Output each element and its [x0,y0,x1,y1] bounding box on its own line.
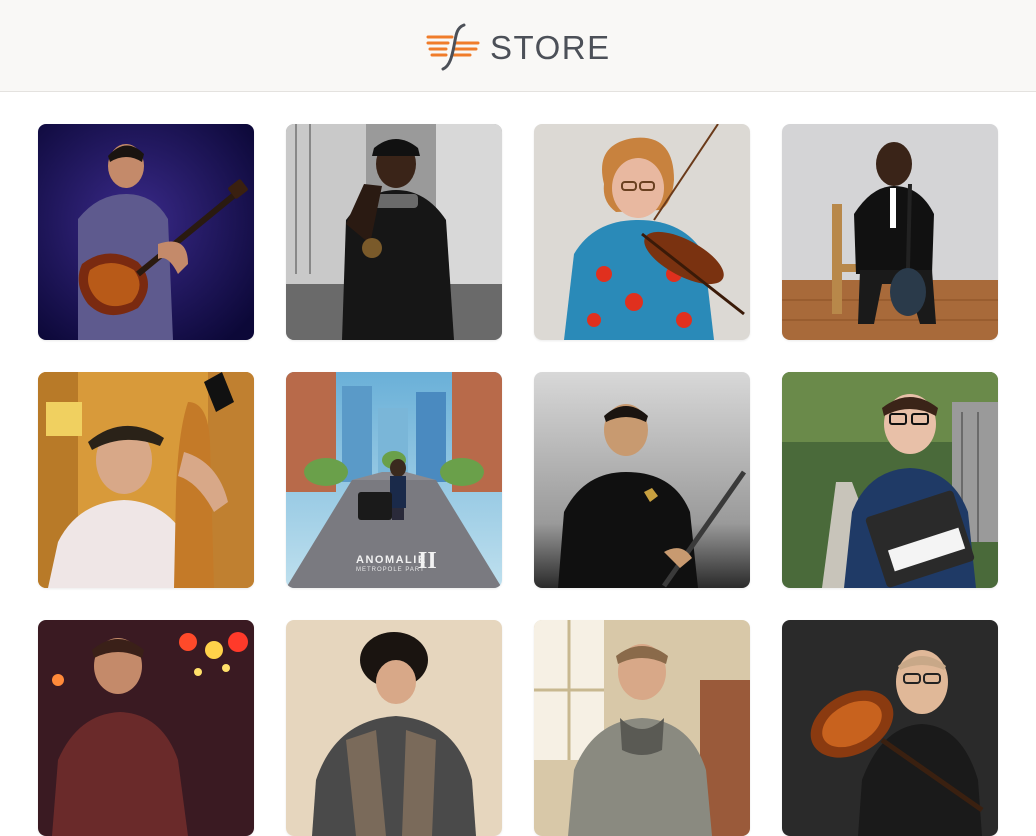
product-card-1[interactable] [38,124,254,340]
product-card-4[interactable] [782,124,998,340]
product-image [782,124,998,340]
album-subtitle: METROPOLE PART [356,567,425,573]
product-image [782,372,998,588]
product-card-10[interactable] [286,620,502,836]
store-logo-link[interactable]: STORE [426,22,611,72]
album-numeral: II [418,548,437,574]
product-card-8[interactable] [782,372,998,588]
product-card-12[interactable] [782,620,998,836]
product-card-5[interactable] [38,372,254,588]
product-image [38,124,254,340]
product-image [534,372,750,588]
product-image [286,124,502,340]
product-image [286,620,502,836]
product-card-3[interactable] [534,124,750,340]
product-image [38,620,254,836]
product-image [38,372,254,588]
product-card-6[interactable]: ANOMALIE METROPOLE PART II [286,372,502,588]
store-title: STORE [490,28,611,66]
product-image [534,124,750,340]
product-image [534,620,750,836]
product-card-11[interactable] [534,620,750,836]
product-card-7[interactable] [534,372,750,588]
product-card-9[interactable] [38,620,254,836]
soundslice-logo-icon [426,23,480,71]
site-header: STORE [0,0,1036,92]
product-image [782,620,998,836]
product-grid: ANOMALIE METROPOLE PART II [38,124,998,836]
album-title: ANOMALIE [356,554,427,566]
product-card-2[interactable] [286,124,502,340]
